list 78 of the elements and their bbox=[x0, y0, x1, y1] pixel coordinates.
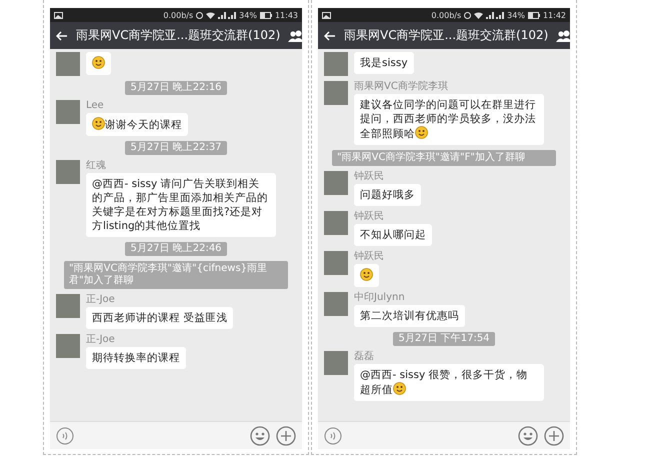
alarm-icon bbox=[464, 12, 472, 18]
chat-title: 雨果网VC商学院亚...题班交流群(102) bbox=[76, 27, 280, 44]
message-bubble: @西西- sissy 请问广告关联到相关的产品，那广告里面添加相关产品的关键字是在对方标题里面找?还是对方listing的其他位置找 bbox=[86, 173, 276, 237]
sender-name: 雨果网VC商学院李琪 bbox=[354, 81, 448, 93]
timestamp: 5月27日 晚上22:16 bbox=[125, 81, 227, 95]
system-notice: "雨果网VC商学院李琪"邀请"F"加入了群聊 bbox=[332, 150, 556, 166]
smiley-icon bbox=[250, 426, 270, 446]
image-notification-icon bbox=[322, 12, 331, 18]
timestamp: 5月27日 下午17:54 bbox=[393, 332, 495, 346]
message-bubble: 第二次培训有优惠吗 bbox=[354, 305, 465, 327]
image-notification-icon bbox=[54, 12, 63, 18]
avatar-photo[interactable] bbox=[324, 81, 348, 105]
signal-icon bbox=[218, 12, 236, 18]
wifi-icon bbox=[474, 12, 484, 18]
avatar-photo[interactable] bbox=[56, 160, 80, 184]
timestamp: 5月27日 晚上22:37 bbox=[125, 141, 227, 155]
emoji-button[interactable] bbox=[518, 426, 538, 446]
avatar-photo[interactable] bbox=[324, 292, 348, 316]
clock-time: 11:42 bbox=[542, 10, 566, 20]
emoji-icon bbox=[92, 56, 105, 69]
sender-name: 钟跃民 bbox=[354, 211, 384, 223]
voice-input-button[interactable] bbox=[56, 426, 74, 444]
back-arrow-icon bbox=[56, 30, 68, 40]
avatar-photo[interactable] bbox=[56, 294, 80, 318]
sender-name: 正-Joe bbox=[86, 334, 115, 346]
voice-input-button[interactable] bbox=[324, 426, 342, 444]
sender-name: 钟跃民 bbox=[354, 251, 384, 263]
wifi-icon bbox=[206, 12, 216, 18]
message-bubble: 问题好哦多 bbox=[354, 184, 421, 206]
avatar-photo[interactable] bbox=[324, 251, 348, 275]
message-bubble: 谢谢今天的课程 bbox=[86, 113, 188, 136]
network-speed: 0.00b/s bbox=[431, 10, 462, 20]
people-icon bbox=[288, 30, 302, 42]
group-members-button[interactable] bbox=[288, 30, 302, 42]
emoji-icon bbox=[360, 268, 373, 281]
avatar-photo[interactable] bbox=[56, 334, 80, 358]
message-bubble: 我是sissy bbox=[354, 52, 414, 74]
voice-icon bbox=[324, 426, 342, 444]
sender-name: Lee bbox=[86, 100, 104, 112]
clock-time: 11:43 bbox=[274, 10, 298, 20]
add-button[interactable] bbox=[276, 426, 296, 446]
back-button[interactable] bbox=[56, 30, 68, 40]
add-button[interactable] bbox=[544, 426, 564, 446]
chat-title: 雨果网VC商学院亚...题班交流群(102) bbox=[344, 27, 548, 44]
avatar-photo[interactable] bbox=[324, 351, 348, 375]
message-bubble: 期待转换率的课程 bbox=[86, 347, 186, 369]
message-bubble: @西西- sissy 很赞，很多干货，物超所值 bbox=[354, 364, 544, 401]
back-arrow-icon bbox=[324, 30, 336, 40]
network-speed: 0.00b/s bbox=[163, 10, 194, 20]
message-bubble: 西西老师讲的课程 受益匪浅 bbox=[86, 307, 234, 329]
avatar-photo[interactable] bbox=[324, 52, 348, 76]
system-notice: "雨果网VC商学院李琪"邀请"{cifnews}雨里君"加入了群聊 bbox=[64, 261, 288, 289]
battery-icon bbox=[260, 12, 272, 18]
timestamp: 5月27日 晚上22:46 bbox=[125, 242, 227, 256]
plus-icon bbox=[544, 426, 564, 446]
sender-name: 磊磊 bbox=[354, 351, 374, 363]
smiley-icon bbox=[518, 426, 538, 446]
avatar-photo[interactable] bbox=[324, 211, 348, 235]
battery-level: 34% bbox=[239, 10, 257, 20]
message-bubble: 不知从哪问起 bbox=[354, 224, 432, 246]
group-members-button[interactable] bbox=[556, 30, 570, 42]
back-button[interactable] bbox=[324, 30, 336, 40]
message-bubble: 建议各位同学的问题可以在群里进行提问，西西老师的学员较多，没办法全部照顾哈 bbox=[354, 94, 544, 145]
voice-icon bbox=[56, 426, 74, 444]
sender-name: 钟跃民 bbox=[354, 171, 384, 183]
emoji-button[interactable] bbox=[250, 426, 270, 446]
sender-name: 红魂 bbox=[86, 160, 106, 172]
alarm-icon bbox=[196, 12, 204, 18]
avatar-photo[interactable] bbox=[56, 100, 80, 124]
avatar-photo[interactable] bbox=[56, 52, 80, 76]
plus-icon bbox=[276, 426, 296, 446]
battery-icon bbox=[528, 12, 540, 18]
sender-name: 中印Julynn bbox=[354, 292, 405, 304]
signal-icon bbox=[486, 12, 504, 18]
sender-name: 正-Joe bbox=[86, 294, 115, 306]
avatar-photo[interactable] bbox=[324, 171, 348, 195]
battery-level: 34% bbox=[507, 10, 525, 20]
people-icon bbox=[556, 30, 570, 42]
